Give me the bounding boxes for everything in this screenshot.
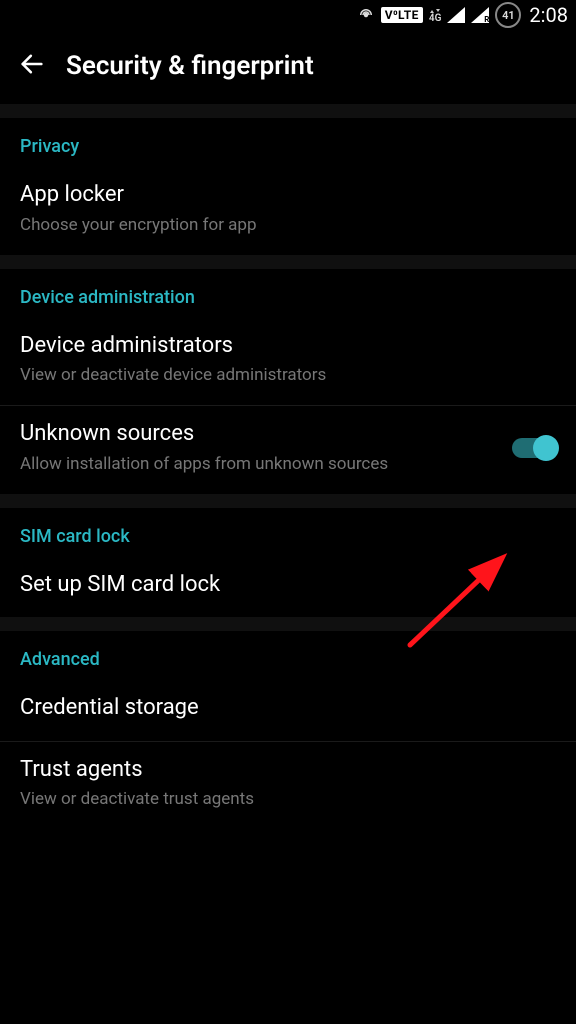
- hotspot-icon: [357, 6, 375, 24]
- item-subtitle: Choose your encryption for app: [20, 214, 556, 237]
- item-title: Credential storage: [20, 694, 556, 723]
- section-divider: [0, 494, 576, 508]
- item-subtitle: View or deactivate device administrators: [20, 364, 556, 387]
- item-trust-agents[interactable]: Trust agents View or deactivate trust ag…: [0, 742, 576, 830]
- signal-sim2-icon: R: [471, 7, 489, 23]
- network-indicator: 4G: [429, 7, 442, 23]
- item-subtitle: Allow installation of apps from unknown …: [20, 453, 496, 476]
- item-app-locker[interactable]: App locker Choose your encryption for ap…: [0, 167, 576, 255]
- clock: 2:08: [529, 3, 568, 27]
- item-unknown-sources[interactable]: Unknown sources Allow installation of ap…: [0, 406, 576, 494]
- unknown-sources-toggle[interactable]: [512, 438, 556, 458]
- signal-sim1-icon: [447, 7, 465, 23]
- battery-indicator: 41: [495, 2, 521, 28]
- toggle-knob-icon: [533, 435, 559, 461]
- section-header-sim: SIM card lock: [0, 508, 576, 557]
- item-title: App locker: [20, 181, 556, 210]
- item-title: Device administrators: [20, 332, 556, 361]
- status-bar: V⁰LTE 4G R 41 2:08: [0, 0, 576, 30]
- battery-level: 41: [502, 9, 515, 22]
- network-label: 4G: [429, 15, 442, 23]
- section-header-advanced: Advanced: [0, 631, 576, 680]
- item-title: Trust agents: [20, 756, 556, 785]
- item-title: Set up SIM card lock: [20, 571, 556, 600]
- item-sim-lock[interactable]: Set up SIM card lock: [0, 557, 576, 618]
- volte-badge: V⁰LTE: [381, 7, 423, 23]
- section-divider: [0, 104, 576, 118]
- section-header-privacy: Privacy: [0, 118, 576, 167]
- page-title: Security & fingerprint: [66, 51, 314, 81]
- item-credential-storage[interactable]: Credential storage: [0, 680, 576, 741]
- section-header-device-admin: Device administration: [0, 269, 576, 318]
- section-divider: [0, 617, 576, 631]
- item-subtitle: View or deactivate trust agents: [20, 788, 556, 811]
- section-divider: [0, 255, 576, 269]
- item-device-administrators[interactable]: Device administrators View or deactivate…: [0, 318, 576, 406]
- app-bar: Security & fingerprint: [0, 30, 576, 104]
- sim-r-label: R: [484, 15, 489, 24]
- back-arrow-icon[interactable]: [18, 50, 46, 82]
- item-title: Unknown sources: [20, 420, 496, 449]
